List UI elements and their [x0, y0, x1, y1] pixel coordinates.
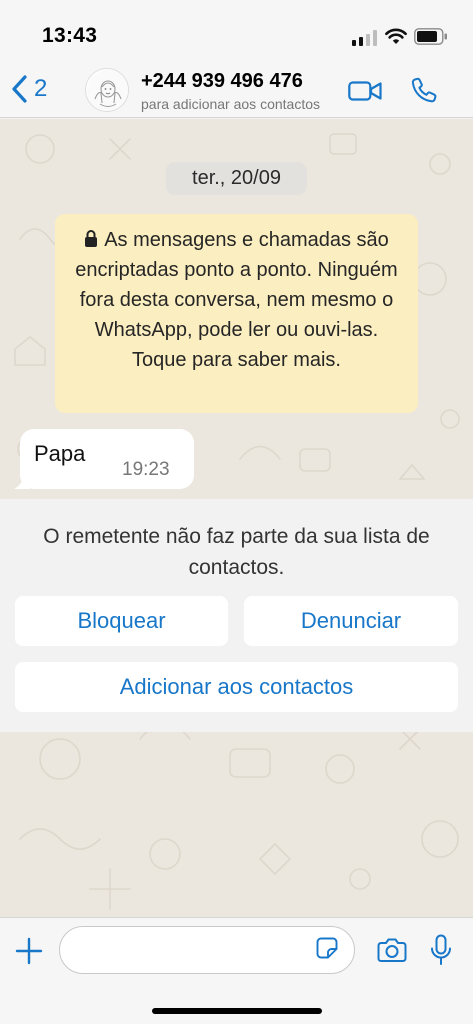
message-input[interactable] — [59, 926, 355, 974]
encryption-notice-text: As mensagens e chamadas são encriptadas … — [75, 229, 398, 371]
add-to-contacts-button[interactable]: Adicionar aos contactos — [15, 662, 458, 712]
status-time: 13:43 — [42, 24, 98, 47]
avatar-illustration-icon — [87, 70, 128, 111]
message-time: 19:23 — [122, 459, 170, 480]
message-text: Papa — [34, 441, 86, 466]
unknown-sender-panel: O remetente não faz parte da sua lista d… — [0, 499, 473, 732]
bubble-tail — [14, 475, 30, 489]
avatar[interactable] — [85, 68, 129, 112]
wifi-icon — [385, 28, 407, 44]
battery-icon — [414, 28, 447, 45]
phone-icon[interactable] — [410, 76, 438, 104]
camera-icon[interactable] — [377, 937, 407, 963]
video-call-icon[interactable] — [348, 80, 382, 102]
encryption-notice[interactable]: As mensagens e chamadas são encriptadas … — [55, 214, 418, 413]
message-bubble[interactable]: Papa 19:23 — [14, 429, 194, 489]
back-button[interactable]: 2 — [10, 72, 47, 106]
chat-area[interactable]: ter., 20/09 As mensagens e chamadas são … — [0, 119, 473, 917]
chevron-left-icon — [12, 75, 27, 103]
contact-subtitle[interactable]: para adicionar aos contactos — [141, 96, 341, 112]
unread-count: 2 — [34, 75, 48, 102]
plus-icon[interactable] — [14, 936, 44, 966]
date-separator: ter., 20/09 — [166, 162, 307, 195]
contact-name[interactable]: +244 939 496 476 — [141, 70, 303, 93]
cellular-signal-icon — [352, 30, 377, 46]
composer-bar — [0, 917, 473, 1024]
report-button[interactable]: Denunciar — [244, 596, 458, 646]
status-bar: 13:43 — [0, 0, 473, 60]
chat-header: 2 +244 939 496 476 para adicionar aos co… — [0, 60, 473, 118]
block-button[interactable]: Bloquear — [15, 596, 228, 646]
sticker-icon[interactable] — [316, 937, 338, 959]
unknown-sender-message: O remetente não faz parte da sua lista d… — [43, 525, 430, 579]
home-indicator — [152, 1008, 322, 1014]
lock-icon — [85, 230, 98, 247]
microphone-icon[interactable] — [429, 934, 453, 966]
